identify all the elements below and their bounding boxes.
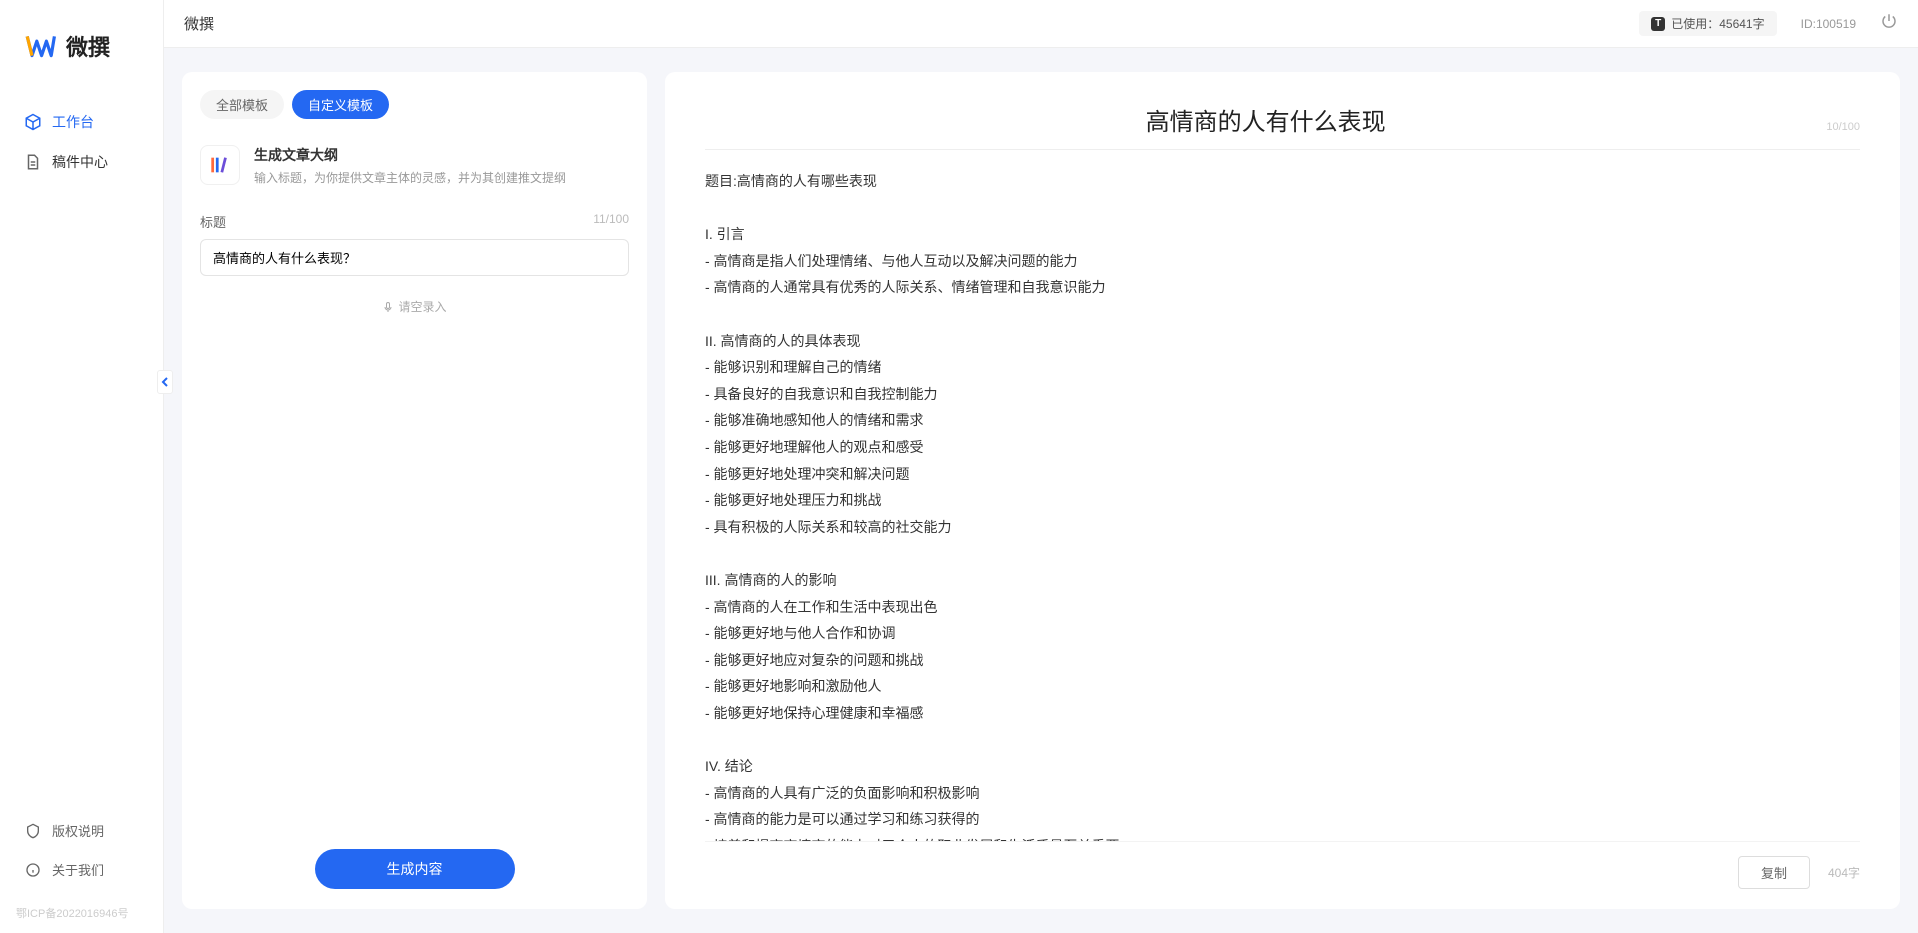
- chevron-left-icon: [161, 377, 169, 387]
- footer-nav: 版权说明 关于我们: [0, 811, 163, 897]
- title-input[interactable]: [200, 239, 629, 276]
- logo-icon: [24, 30, 56, 62]
- topbar: 微撰 T 已使用：45641字 ID:100519: [164, 0, 1918, 48]
- word-count: 404字: [1828, 864, 1860, 881]
- power-icon[interactable]: [1880, 12, 1898, 35]
- title-label-row: 标题 11/100: [200, 212, 629, 231]
- text-icon: T: [1651, 17, 1665, 31]
- topbar-title: 微撰: [184, 13, 214, 34]
- logo: 微撰: [0, 0, 163, 102]
- title-count: 11/100: [593, 212, 629, 231]
- voice-label: 请空录入: [398, 298, 446, 315]
- copy-button[interactable]: 复制: [1738, 856, 1810, 889]
- topbar-right: T 已使用：45641字 ID:100519: [1639, 11, 1898, 36]
- template-icon: [200, 145, 240, 185]
- nav-about[interactable]: 关于我们: [8, 850, 155, 889]
- main-area: 微撰 T 已使用：45641字 ID:100519 全部模板 自定义模板: [164, 0, 1918, 933]
- nav-workspace[interactable]: 工作台: [8, 102, 155, 142]
- generate-button[interactable]: 生成内容: [315, 849, 515, 889]
- microphone-icon: [382, 301, 394, 313]
- main-nav: 工作台 稿件中心: [0, 102, 163, 811]
- template-card[interactable]: 生成文章大纲 输入标题，为你提供文章主体的灵感，并为其创建推文提纲: [182, 133, 647, 198]
- sidebar-collapse-button[interactable]: [157, 370, 173, 394]
- template-tabs: 全部模板 自定义模板: [182, 90, 647, 133]
- doc-title-row: 高情商的人有什么表现 10/100: [705, 102, 1860, 150]
- usage-badge: T 已使用：45641字: [1639, 11, 1776, 36]
- nav-label: 稿件中心: [52, 152, 108, 172]
- nav-label: 版权说明: [52, 821, 104, 840]
- template-title: 生成文章大纲: [254, 145, 629, 165]
- template-desc: 输入标题，为你提供文章主体的灵感，并为其创建推文提纲: [254, 169, 629, 186]
- info-icon: [24, 861, 42, 879]
- shield-icon: [24, 822, 42, 840]
- title-label: 标题: [200, 212, 226, 231]
- usage-text: 已使用：45641字: [1671, 15, 1764, 32]
- doc-title-count: 10/100: [1826, 121, 1860, 133]
- cube-icon: [24, 113, 42, 131]
- content: 全部模板 自定义模板 生成文章大纲 输入标题，为你提供文章主体的灵感，并为其创建…: [164, 48, 1918, 933]
- sidebar: 微撰 工作台 稿件中心 版权说明: [0, 0, 164, 933]
- logo-text: 微撰: [66, 30, 110, 62]
- doc-title: 高情商的人有什么表现: [705, 102, 1826, 137]
- output-panel: 高情商的人有什么表现 10/100 题目:高情商的人有哪些表现 I. 引言 - …: [665, 72, 1900, 909]
- icp-text: 鄂ICP备2022016946号: [0, 897, 163, 933]
- nav-label: 工作台: [52, 112, 94, 132]
- tab-all-templates[interactable]: 全部模板: [200, 90, 284, 119]
- template-text: 生成文章大纲 输入标题，为你提供文章主体的灵感，并为其创建推文提纲: [254, 145, 629, 186]
- nav-drafts[interactable]: 稿件中心: [8, 142, 155, 182]
- nav-label: 关于我们: [52, 860, 104, 879]
- voice-input-button[interactable]: 请空录入: [200, 276, 629, 337]
- tab-custom-templates[interactable]: 自定义模板: [292, 90, 389, 119]
- input-panel: 全部模板 自定义模板 生成文章大纲 输入标题，为你提供文章主体的灵感，并为其创建…: [182, 72, 647, 909]
- nav-copyright[interactable]: 版权说明: [8, 811, 155, 850]
- user-id: ID:100519: [1801, 17, 1856, 31]
- document-icon: [24, 153, 42, 171]
- doc-footer: 复制 404字: [705, 841, 1860, 889]
- form: 标题 11/100 请空录入 生成内容: [182, 198, 647, 889]
- doc-body[interactable]: 题目:高情商的人有哪些表现 I. 引言 - 高情商是指人们处理情绪、与他人互动以…: [705, 168, 1860, 841]
